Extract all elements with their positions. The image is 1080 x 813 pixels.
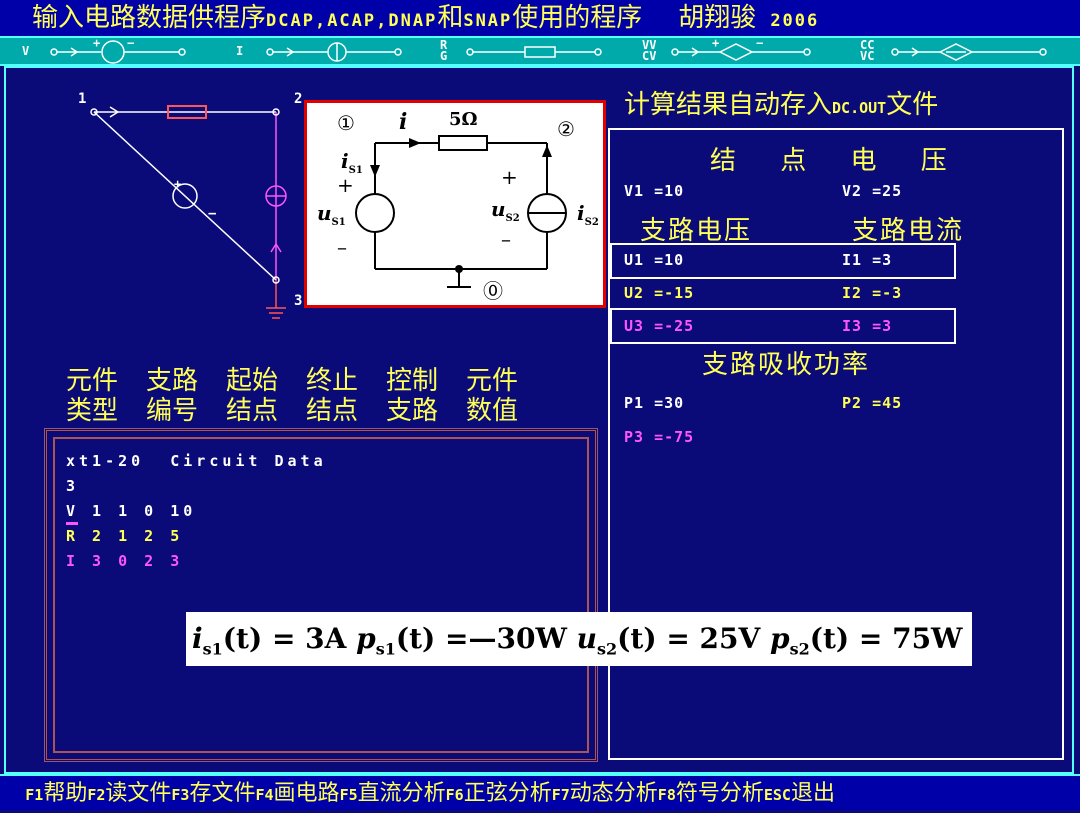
controlled-current-source-icon <box>891 43 1048 61</box>
svg-text:−: − <box>127 38 134 50</box>
data-title: xt1-20 Circuit Data <box>66 452 327 470</box>
card-current-i: i <box>399 109 408 135</box>
branch-power-header: 支路吸收功率 <box>702 350 871 380</box>
result-formula: is1(t) = 3A ps1(t) =—30W us2(t) = 25V ps… <box>186 612 972 666</box>
card-us2: uS2 <box>491 197 520 224</box>
circuit-data-editor[interactable] <box>44 428 598 762</box>
title-programs-a: DCAP,ACAP,DNAP <box>266 11 438 31</box>
auto-save-prefix: 计算结果自动存入 <box>624 90 833 120</box>
title-author: 胡翔骏 <box>678 3 757 33</box>
vcvs-label: VV CV <box>642 38 657 63</box>
card-node-0: ⓪ <box>483 279 503 303</box>
card-us2-plus: + <box>501 165 518 189</box>
component-toolbar: V + − I RG VV CV + − CC VC <box>0 36 1080 66</box>
resistor-tool[interactable]: RG <box>440 38 615 64</box>
node-1-label: 1 <box>78 91 87 107</box>
data-row-2[interactable]: R 2 1 2 5 <box>66 527 183 545</box>
title-suffix: 使用的程序 <box>512 3 643 33</box>
col-header-branch-2: 编号 <box>146 396 199 426</box>
fkey-dc-analysis[interactable]: F5直流分析 <box>340 781 446 806</box>
svg-text:+: + <box>712 38 719 50</box>
col-header-start-2: 结点 <box>226 396 279 426</box>
resistor-icon <box>466 46 602 58</box>
branch-current-header: 支路电流 <box>852 216 965 246</box>
fkey-save-file[interactable]: F3存文件 <box>171 781 255 806</box>
card-is2: iS2 <box>577 201 599 228</box>
fkey-dynamic-analysis[interactable]: F7动态分析 <box>552 781 658 806</box>
voltage-source-icon: + − <box>50 38 186 64</box>
auto-save-suffix: 文件 <box>886 90 939 120</box>
col-header-start: 起始 <box>226 366 279 396</box>
title-prefix: 输入电路数据供程序 <box>32 3 267 33</box>
current-source-tool[interactable]: I <box>236 38 415 64</box>
fkey-help[interactable]: F1帮助 <box>25 781 87 806</box>
cccs-label: CC VC <box>860 38 875 63</box>
data-row-3[interactable]: I 3 0 2 3 <box>66 552 183 570</box>
voltage-source-label: V <box>22 43 30 58</box>
data-row-1[interactable]: V 1 1 0 10 <box>66 502 196 520</box>
result-p2: P2 =45 <box>842 394 903 412</box>
card-is1: iS1 <box>341 149 363 176</box>
fkey-exit[interactable]: ESC退出 <box>764 781 835 806</box>
col-header-end-2: 结点 <box>306 396 359 426</box>
node-3-label: 3 <box>294 293 303 309</box>
col-header-value-2: 数值 <box>466 396 519 426</box>
circuit-data-editor-inner <box>53 437 589 753</box>
col-header-value: 元件 <box>466 366 519 396</box>
svg-text:+: + <box>174 177 181 191</box>
result-v1: V1 =10 <box>624 182 685 200</box>
result-p1: P1 =30 <box>624 394 685 412</box>
result-i3: I3 =3 <box>842 317 893 335</box>
card-us1-minus: – <box>337 235 347 259</box>
title-year: 2006 <box>770 11 820 31</box>
auto-save-message: 计算结果自动存入DC.OUT文件 <box>624 84 938 121</box>
svg-text:−: − <box>756 38 763 50</box>
col-header-control: 控制 <box>386 366 439 396</box>
title-bar: 输入电路数据供程序DCAP,ACAP,DNAP和SNAP使用的程序 胡翔骏 2006 <box>0 0 1080 36</box>
card-node-2: ② <box>557 117 575 141</box>
circuit-diagram-card: ① i 5Ω ② iS1 + uS1 – + uS2 – iS2 ⓪ <box>304 100 606 308</box>
current-source-label: I <box>236 43 244 58</box>
auto-save-file: DC.OUT <box>832 99 887 117</box>
title-programs-b: SNAP <box>463 11 513 31</box>
circuit-schematic[interactable]: + − <box>60 86 310 326</box>
current-source-icon <box>266 42 402 62</box>
col-header-control-2: 支路 <box>386 396 439 426</box>
card-us1-plus: + <box>337 173 354 197</box>
result-v2: V2 =25 <box>842 182 903 200</box>
svg-text:+: + <box>93 38 100 50</box>
result-u3: U3 =-25 <box>624 317 695 335</box>
function-key-bar: F1帮助F2读文件F3存文件F4画电路F5直流分析F6正弦分析F7动态分析F8符… <box>0 774 1080 810</box>
fkey-ac-analysis[interactable]: F6正弦分析 <box>446 781 552 806</box>
vcvs-tool[interactable]: VV CV + − <box>642 38 830 64</box>
cccs-tool[interactable]: CC VC <box>860 38 1060 64</box>
col-header-end: 终止 <box>306 366 359 396</box>
fkey-draw-circuit[interactable]: F4画电路 <box>255 781 339 806</box>
node-2-label: 2 <box>294 91 303 107</box>
card-resistor-value: 5Ω <box>449 109 478 130</box>
col-header-type-2: 类型 <box>66 396 119 426</box>
card-us2-minus: – <box>501 227 511 251</box>
resistor-label: RG <box>440 38 448 63</box>
controlled-voltage-source-icon: + − <box>671 38 812 61</box>
data-count: 3 <box>66 477 80 495</box>
voltage-source-tool[interactable]: V + − <box>22 38 199 64</box>
fkey-read-file[interactable]: F2读文件 <box>87 781 171 806</box>
fkey-symbolic-analysis[interactable]: F8符号分析 <box>658 781 764 806</box>
branch-voltage-header: 支路电压 <box>640 216 753 246</box>
result-u1: U1 =10 <box>624 251 685 269</box>
card-us1: uS1 <box>317 201 346 228</box>
title-and: 和 <box>437 3 464 33</box>
col-header-type: 元件 <box>66 366 119 396</box>
result-p3: P3 =-75 <box>624 428 695 446</box>
result-i2: I2 =-3 <box>842 284 903 302</box>
svg-text:−: − <box>208 206 216 222</box>
node-voltage-header: 结 点 电 压 <box>710 146 965 176</box>
col-header-branch: 支路 <box>146 366 199 396</box>
result-u2: U2 =-15 <box>624 284 695 302</box>
text-cursor <box>66 522 78 525</box>
result-i1: I1 =3 <box>842 251 893 269</box>
card-node-1: ① <box>337 111 355 135</box>
